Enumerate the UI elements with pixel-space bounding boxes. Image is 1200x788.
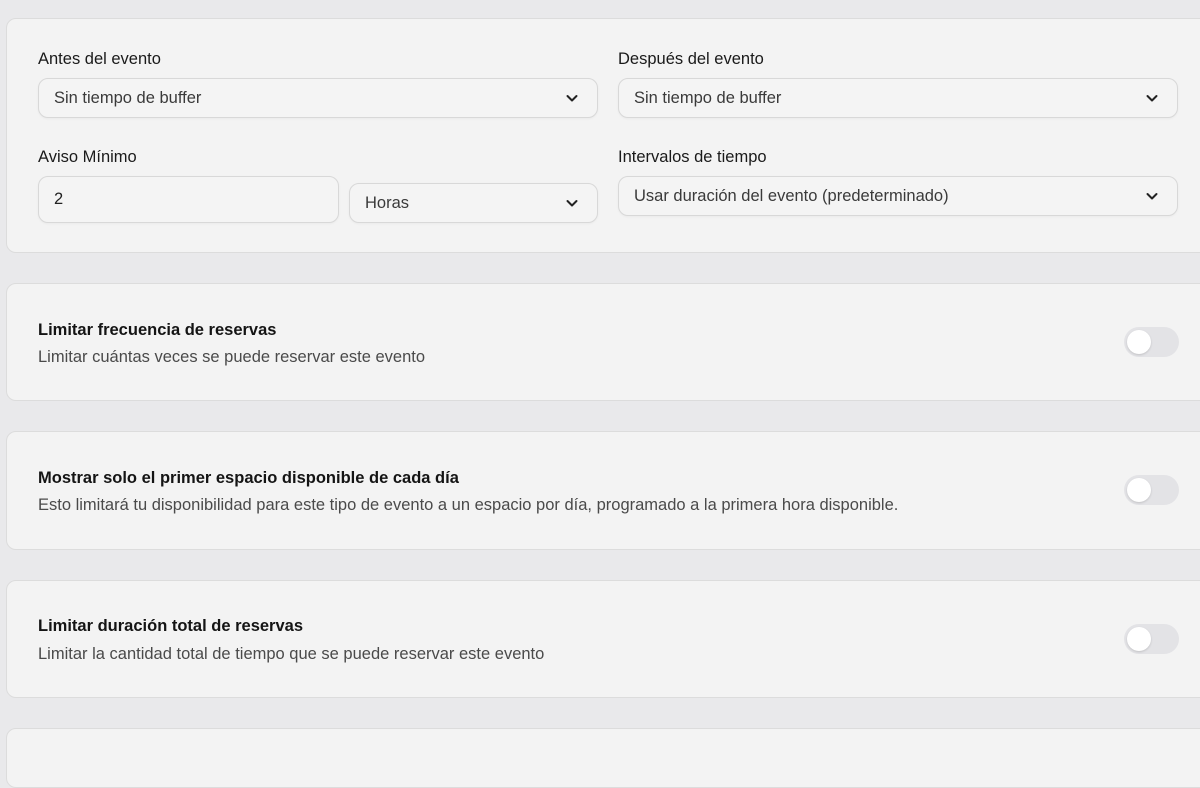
setting-title: Limitar frecuencia de reservas: [38, 321, 277, 339]
minimum-notice-label: Aviso Mínimo: [38, 148, 137, 166]
before-event-label: Antes del evento: [38, 50, 161, 68]
setting-title: Limitar duración total de reservas: [38, 617, 304, 635]
limit-booking-frequency-toggle[interactable]: [1124, 327, 1179, 357]
toggle-knob: [1127, 330, 1151, 354]
time-intervals-label: Intervalos de tiempo: [618, 148, 767, 166]
chevron-down-icon: [565, 91, 579, 105]
first-slot-only-card: Mostrar solo el primer espacio disponibl…: [6, 431, 1200, 550]
next-setting-card: [6, 728, 1200, 788]
setting-description: Limitar la cantidad total de tiempo que …: [38, 645, 545, 663]
minimum-notice-value: 2: [54, 190, 64, 208]
time-intervals-value: Usar duración del evento (predeterminado…: [634, 186, 949, 205]
notice-unit-select[interactable]: Horas: [349, 183, 598, 223]
time-intervals-select[interactable]: Usar duración del evento (predeterminado…: [618, 176, 1178, 216]
toggle-knob: [1127, 478, 1151, 502]
chevron-down-icon: [1145, 189, 1159, 203]
after-event-label: Después del evento: [618, 50, 764, 68]
chevron-down-icon: [565, 196, 579, 210]
scheduling-limits-card: Antes del evento Sin tiempo de buffer De…: [6, 18, 1200, 253]
setting-description: Esto limitará tu disponibilidad para est…: [38, 496, 899, 514]
setting-title: Mostrar solo el primer espacio disponibl…: [38, 469, 459, 487]
after-event-select[interactable]: Sin tiempo de buffer: [618, 78, 1178, 118]
limit-total-duration-card: Limitar duración total de reservas Limit…: [6, 580, 1200, 698]
setting-description: Limitar cuántas veces se puede reservar …: [38, 348, 426, 366]
first-slot-only-toggle[interactable]: [1124, 475, 1179, 505]
notice-unit-value: Horas: [365, 193, 410, 212]
limit-total-duration-toggle[interactable]: [1124, 624, 1179, 654]
before-event-value: Sin tiempo de buffer: [54, 88, 202, 107]
minimum-notice-input[interactable]: 2: [38, 176, 339, 223]
limit-booking-frequency-card: Limitar frecuencia de reservas Limitar c…: [6, 283, 1200, 401]
before-event-select[interactable]: Sin tiempo de buffer: [38, 78, 598, 118]
toggle-knob: [1127, 627, 1151, 651]
after-event-value: Sin tiempo de buffer: [634, 88, 782, 107]
chevron-down-icon: [1145, 91, 1159, 105]
